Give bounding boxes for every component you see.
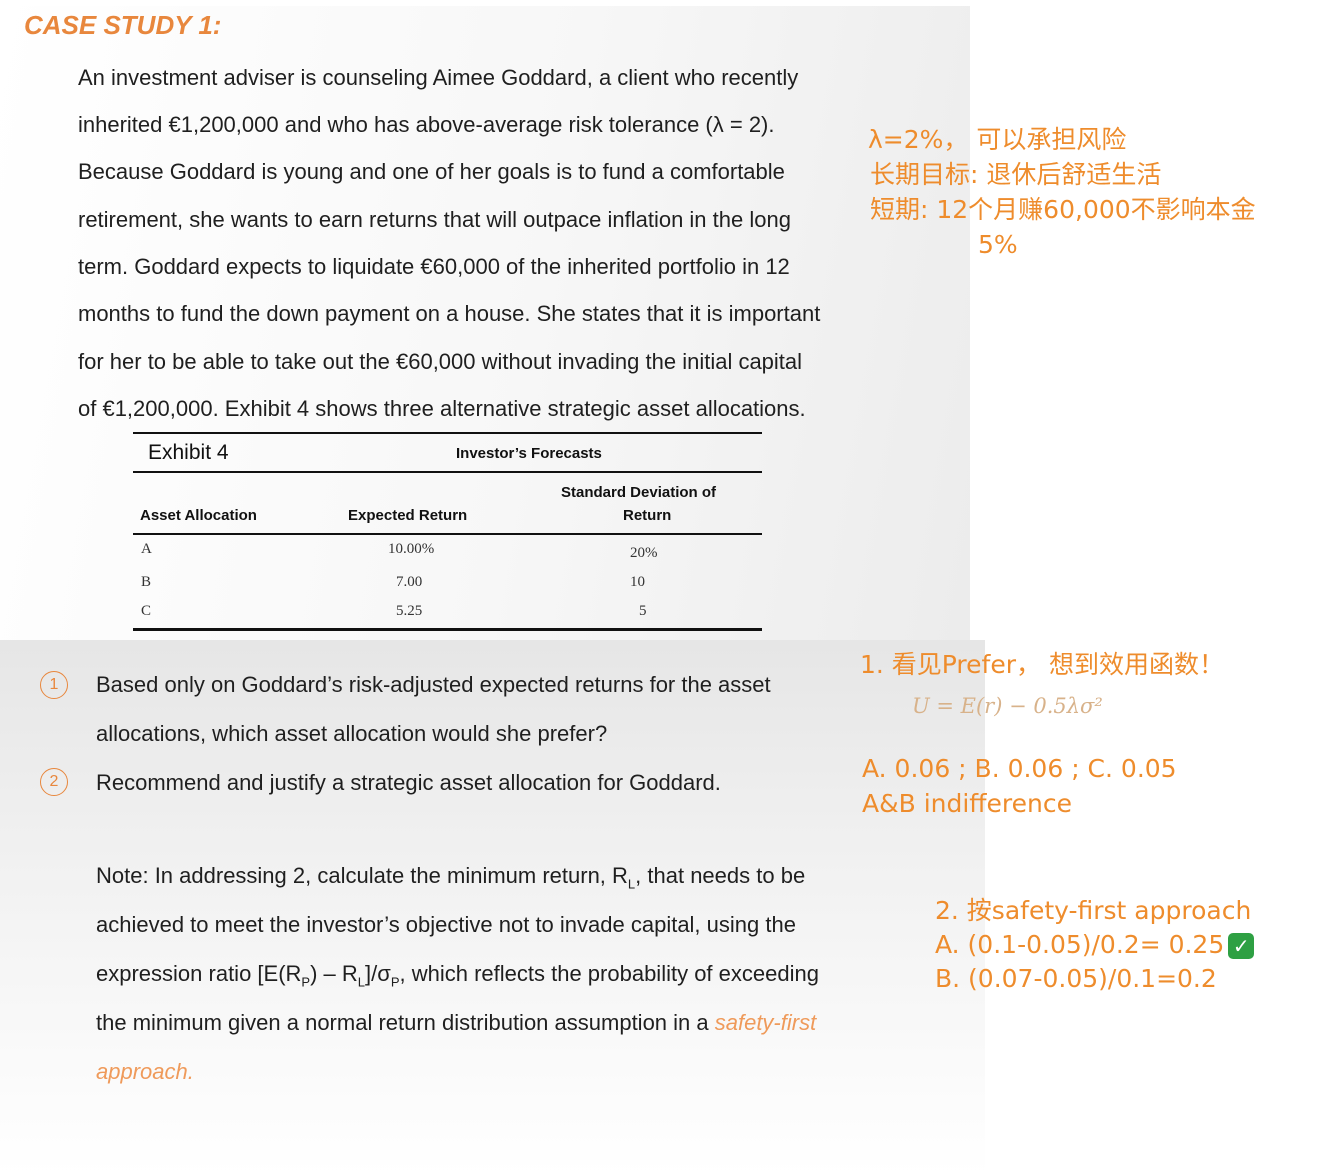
annotation-risk: λ=2%， 可以承担风险 — [868, 125, 1127, 154]
safety-first-term: safety-first — [714, 1010, 817, 1035]
question-2-line: Recommend and justify a strategic asset … — [96, 770, 721, 795]
cell-asset: C — [141, 603, 152, 619]
paragraph-line: of €1,200,000. Exhibit 4 shows three alt… — [78, 396, 806, 421]
check-icon: ✓ — [1228, 933, 1255, 959]
annotation-utilities: A. 0.06 ; B. 0.06 ; C. 0.05 — [862, 754, 1177, 783]
question-1-line: allocations, which asset allocation woul… — [96, 721, 608, 746]
annotation-prefer: 1. 看见Prefer， 想到效用函数！ — [860, 650, 1224, 679]
annotation-safety-first: 2. 按safety-first approach — [935, 896, 1252, 925]
annotation-short-term: 短期: 12个月赚60,000不影响本金 — [870, 195, 1256, 224]
table-rule — [133, 533, 762, 535]
header-asset: Asset Allocation — [140, 507, 257, 524]
table-rule — [133, 628, 762, 631]
question-number-2: 2 — [40, 768, 68, 796]
cell-std: 5 — [639, 603, 647, 619]
exhibit-subtitle: Investor’s Forecasts — [456, 445, 602, 462]
cell-asset: B — [141, 574, 152, 590]
utility-formula: U = E(r) − 0.5λσ² — [912, 694, 1103, 718]
paragraph-line: Because Goddard is young and one of her … — [78, 159, 785, 184]
cell-std: 10 — [630, 574, 645, 590]
paragraph-line: months to fund the down payment on a hou… — [78, 301, 821, 326]
annotation-percent: 5% — [978, 230, 1018, 259]
header-std-2: Return — [623, 507, 672, 524]
cell-expected: 5.25 — [396, 603, 423, 619]
note-line: approach. — [96, 1059, 194, 1084]
header-std: Standard Deviation of — [561, 484, 717, 501]
paragraph-line: term. Goddard expects to liquidate €60,0… — [78, 254, 790, 279]
paragraph-line: retirement, she wants to earn returns th… — [78, 207, 791, 232]
question-number-1: 1 — [40, 671, 68, 699]
question-1-line: Based only on Goddard’s risk-adjusted ex… — [96, 672, 771, 697]
table-rule — [133, 471, 762, 473]
table-rule — [133, 432, 762, 434]
cell-expected: 7.00 — [396, 574, 423, 590]
annotation-sf-a: A. (0.1-0.05)/0.2= 0.25 ✓ — [935, 931, 1255, 959]
exhibit-title: Exhibit 4 — [148, 441, 229, 464]
paragraph-line: for her to be able to take out the €60,0… — [78, 349, 803, 374]
note-line: expression ratio [E(RP) – RL]/σP, which … — [96, 961, 819, 990]
annotation-long-term: 长期目标: 退休后舒适生活 — [870, 160, 1162, 189]
cell-asset: A — [141, 541, 152, 557]
header-expected: Expected Return — [348, 507, 468, 524]
cell-std: 20% — [630, 545, 658, 561]
note-line: the minimum given a normal return distri… — [96, 1010, 817, 1035]
annotation-sf-b: B. (0.07-0.05)/0.1=0.2 — [935, 964, 1217, 993]
paragraph-line: inherited €1,200,000 and who has above-a… — [78, 112, 775, 137]
paragraph-line: An investment adviser is counseling Aime… — [78, 65, 799, 90]
case-title: CASE STUDY 1: — [24, 10, 222, 40]
note-line: achieved to meet the investor’s objectiv… — [96, 912, 796, 937]
exhibit-table: Exhibit 4 Investor’s Forecasts Asset All… — [133, 432, 762, 632]
note-line: Note: In addressing 2, calculate the min… — [96, 863, 806, 892]
cell-expected: 10.00% — [388, 541, 435, 557]
annotation-indifference: A&B indifference — [862, 789, 1072, 818]
